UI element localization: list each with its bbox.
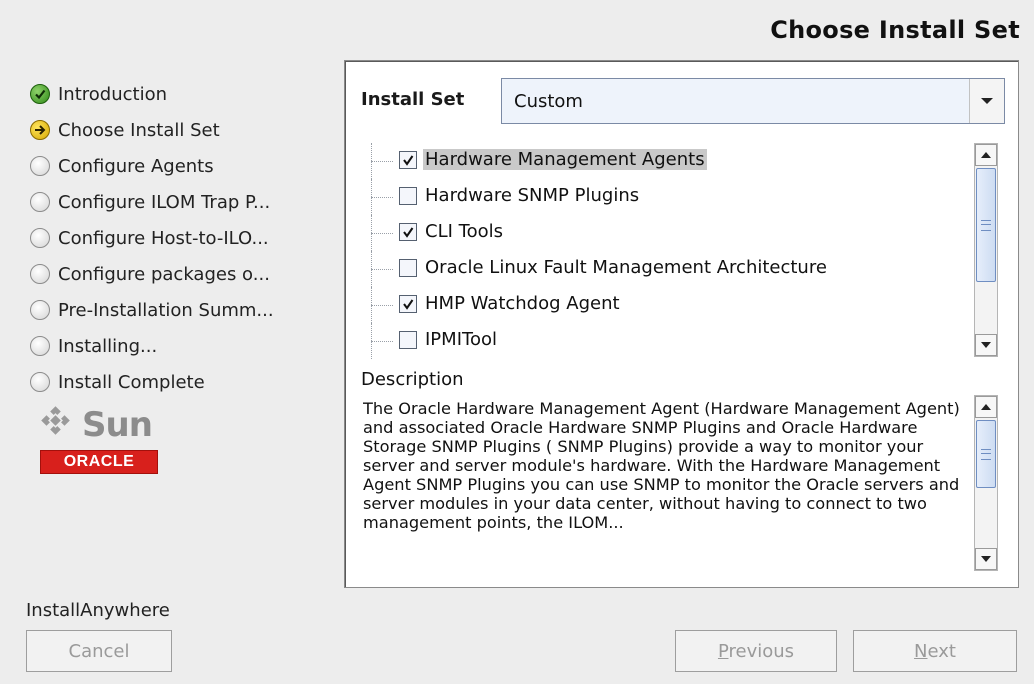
- feature-item[interactable]: Hardware Management Agents: [371, 143, 971, 179]
- pending-circle-icon: [30, 372, 50, 392]
- pending-circle-icon: [30, 264, 50, 284]
- description-text: The Oracle Hardware Management Agent (Ha…: [363, 399, 960, 532]
- scroll-down-icon[interactable]: [975, 334, 997, 356]
- feature-label[interactable]: HMP Watchdog Agent: [423, 293, 622, 314]
- step-label: Configure ILOM Trap P...: [58, 191, 271, 213]
- step-item: Pre-Installation Summ...: [30, 292, 274, 328]
- pending-circle-icon: [30, 156, 50, 176]
- tree-connector: [371, 233, 393, 234]
- feature-checkbox[interactable]: [399, 331, 417, 349]
- previous-button[interactable]: Previous: [675, 630, 837, 672]
- step-item: Install Complete: [30, 364, 274, 400]
- page-title: Choose Install Set: [770, 16, 1020, 44]
- feature-checkbox[interactable]: [399, 223, 417, 241]
- cancel-button[interactable]: Cancel: [26, 630, 172, 672]
- feature-label[interactable]: Oracle Linux Fault Management Architectu…: [423, 257, 829, 278]
- scroll-up-icon[interactable]: [975, 396, 997, 418]
- feature-checkbox[interactable]: [399, 295, 417, 313]
- feature-tree: Hardware Management Agents Hardware SNMP …: [371, 143, 971, 359]
- step-item: Configure ILOM Trap P...: [30, 184, 274, 220]
- scroll-thumb[interactable]: [976, 420, 996, 488]
- description-scrollbar[interactable]: [974, 395, 998, 571]
- feature-list-scrollbar[interactable]: [974, 143, 998, 357]
- tree-connector: [371, 305, 393, 306]
- step-label: Configure Host-to-ILO...: [58, 227, 269, 249]
- step-label: Introduction: [58, 83, 168, 105]
- step-label: Install Complete: [58, 371, 205, 393]
- checkmark-icon: [403, 299, 414, 310]
- checkmark-icon: [403, 227, 414, 238]
- feature-item[interactable]: IPMITool: [371, 323, 971, 359]
- next-button-label: Next: [914, 640, 956, 662]
- checkmark-icon: [403, 155, 414, 166]
- feature-item[interactable]: CLI Tools: [371, 215, 971, 251]
- install-set-panel: Install Set Custom Hardware Management A…: [344, 60, 1019, 588]
- oracle-logo: ORACLE: [40, 450, 158, 474]
- feature-label[interactable]: Hardware SNMP Plugins: [423, 185, 641, 206]
- install-set-value: Custom: [514, 90, 583, 112]
- installanywhere-label: InstallAnywhere: [26, 600, 170, 621]
- step-item: Configure Host-to-ILO...: [30, 220, 274, 256]
- step-label: Installing...: [58, 335, 158, 357]
- feature-checkbox[interactable]: [399, 151, 417, 169]
- next-button[interactable]: Next: [853, 630, 1017, 672]
- pending-circle-icon: [30, 228, 50, 248]
- tree-connector: [371, 269, 393, 270]
- arrow-right-icon: [30, 120, 50, 140]
- step-item: Configure packages o...: [30, 256, 274, 292]
- feature-checkbox[interactable]: [399, 259, 417, 277]
- tree-connector: [371, 197, 393, 198]
- step-label: Configure packages o...: [58, 263, 270, 285]
- chevron-down-icon[interactable]: [969, 79, 1004, 123]
- step-list: Introduction Choose Install Set Configure …: [30, 76, 274, 400]
- feature-checkbox[interactable]: [399, 187, 417, 205]
- step-item: Choose Install Set: [30, 112, 274, 148]
- feature-label[interactable]: Hardware Management Agents: [423, 149, 707, 170]
- sun-diamond-icon: [40, 406, 72, 437]
- sun-logo-text: Sun: [82, 405, 153, 445]
- tree-connector: [371, 341, 393, 342]
- tree-connector: [371, 161, 393, 162]
- feature-label[interactable]: CLI Tools: [423, 221, 505, 242]
- step-label: Choose Install Set: [58, 119, 220, 141]
- feature-item[interactable]: Oracle Linux Fault Management Architectu…: [371, 251, 971, 287]
- install-set-dropdown[interactable]: Custom: [501, 78, 1005, 124]
- step-item: Configure Agents: [30, 148, 274, 184]
- step-label: Pre-Installation Summ...: [58, 299, 274, 321]
- feature-item[interactable]: HMP Watchdog Agent: [371, 287, 971, 323]
- pending-circle-icon: [30, 192, 50, 212]
- feature-label[interactable]: IPMITool: [423, 329, 499, 350]
- scroll-down-icon[interactable]: [975, 548, 997, 570]
- step-label: Configure Agents: [58, 155, 214, 177]
- scroll-thumb[interactable]: [976, 168, 996, 282]
- install-set-label: Install Set: [361, 89, 465, 110]
- step-item: Introduction: [30, 76, 274, 112]
- scroll-up-icon[interactable]: [975, 144, 997, 166]
- step-item: Installing...: [30, 328, 274, 364]
- previous-button-label: Previous: [717, 640, 795, 662]
- description-label: Description: [361, 369, 464, 390]
- check-icon: [30, 84, 50, 104]
- pending-circle-icon: [30, 300, 50, 320]
- sun-logo: Sun: [40, 405, 153, 445]
- pending-circle-icon: [30, 336, 50, 356]
- feature-item[interactable]: Hardware SNMP Plugins: [371, 179, 971, 215]
